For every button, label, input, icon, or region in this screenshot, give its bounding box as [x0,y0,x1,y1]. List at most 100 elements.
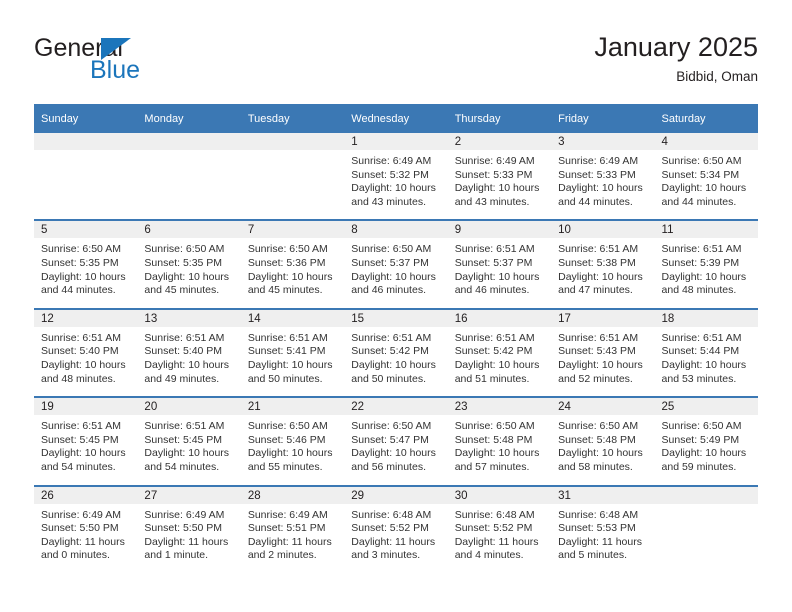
day-number [240,133,345,150]
calendar-day-cell[interactable]: 22 Sunrise: 6:50 AM Sunset: 5:47 PM Dayligh… [344,396,448,486]
sunrise-text: Sunrise: 6:51 AM [454,331,535,344]
location-subtitle: Bidbid, Oman [676,69,758,84]
calendar-day-cell[interactable]: 4 Sunrise: 6:50 AM Sunset: 5:34 PM Daylight… [654,133,758,220]
day-number: 23 [447,398,552,416]
calendar-day-cell[interactable]: 27 Sunrise: 6:49 AM Sunset: 5:50 PM Dayligh… [137,484,241,573]
day-number: 16 [447,309,552,327]
daylight-text: and 59 minutes. [661,460,737,473]
calendar-day-cell[interactable]: 30 Sunrise: 6:48 AM Sunset: 5:52 PM Dayligh… [447,484,552,573]
daylight-text: and 43 minutes. [351,195,426,208]
brand-logo[interactable]: General Blue [34,34,244,90]
daylight-text: and 4 minutes. [454,549,524,562]
day-details: Sunrise: 6:51 AM Sunset: 5:37 PM Daylight:… [447,238,552,308]
day-number: 10 [551,221,655,239]
calendar-day-cell[interactable]: 26 Sunrise: 6:49 AM Sunset: 5:50 PM Dayligh… [34,484,138,573]
sunset-text: Sunset: 5:50 PM [144,522,223,535]
day-details [654,503,758,565]
day-number [654,486,758,504]
calendar-week-row: 19 Sunrise: 6:51 AM Sunset: 5:45 PM Dayligh… [34,396,758,486]
day-details: Sunrise: 6:49 AM Sunset: 5:51 PM Daylight:… [240,503,345,573]
day-number: 7 [240,221,345,239]
day-number: 8 [344,221,448,239]
daylight-text: Daylight: 10 hours [661,447,747,460]
day-number: 30 [447,486,552,504]
sunrise-text: Sunrise: 6:48 AM [351,508,432,521]
calendar-day-cell[interactable]: 25 Sunrise: 6:50 AM Sunset: 5:49 PM Dayligh… [654,396,758,486]
daylight-text: Daylight: 10 hours [351,358,436,371]
calendar-day-cell[interactable]: 31 Sunrise: 6:48 AM Sunset: 5:53 PM Dayligh… [551,484,655,573]
calendar-head: Sunday Monday Tuesday Wednesday Thursday Frid… [34,104,758,133]
sunrise-text: Sunrise: 6:50 AM [144,243,225,256]
daylight-text: Daylight: 10 hours [351,447,436,460]
calendar-day-cell[interactable]: 16 Sunrise: 6:51 AM Sunset: 5:42 PM Dayligh… [447,307,552,398]
sunset-text: Sunset: 5:37 PM [351,256,429,269]
calendar-day-cell[interactable]: 11 Sunrise: 6:51 AM Sunset: 5:39 PM Dayligh… [654,219,758,309]
daylight-text: and 52 minutes. [558,372,633,385]
day-details: Sunrise: 6:51 AM Sunset: 5:42 PM Daylight:… [447,326,552,397]
day-details [34,150,138,211]
sunrise-text: Sunrise: 6:49 AM [41,508,121,521]
calendar-day-cell[interactable]: 1 Sunrise: 6:49 AM Sunset: 5:32 PM Daylight… [344,133,448,220]
daylight-text: Daylight: 10 hours [558,447,643,460]
calendar-day-cell[interactable]: 3 Sunrise: 6:49 AM Sunset: 5:33 PM Daylight… [551,133,655,220]
calendar-day-cell[interactable]: 14 Sunrise: 6:51 AM Sunset: 5:41 PM Dayligh… [240,307,345,398]
daylight-text: Daylight: 10 hours [454,270,540,283]
daylight-text: Daylight: 10 hours [454,447,540,460]
sunset-text: Sunset: 5:32 PM [351,168,429,181]
sunset-text: Sunset: 5:45 PM [41,433,119,446]
sunset-text: Sunset: 5:35 PM [41,256,119,269]
calendar-day-cell[interactable]: 5 Sunrise: 6:50 AM Sunset: 5:35 PM Daylight… [34,219,138,309]
daylight-text: and 45 minutes. [247,284,323,297]
sunrise-text: Sunrise: 6:49 AM [247,508,328,521]
calendar-day-cell[interactable]: 28 Sunrise: 6:49 AM Sunset: 5:51 PM Dayligh… [240,484,345,573]
calendar-day-cell[interactable]: 9 Sunrise: 6:51 AM Sunset: 5:37 PM Daylight… [447,219,552,309]
sunset-text: Sunset: 5:39 PM [661,256,740,269]
sunset-text: Sunset: 5:50 PM [41,522,119,535]
daylight-text: Daylight: 10 hours [661,358,747,371]
calendar-day-cell[interactable]: 21 Sunrise: 6:50 AM Sunset: 5:46 PM Dayligh… [240,396,345,486]
day-number: 22 [344,398,448,416]
daylight-text: and 44 minutes. [41,284,116,297]
day-number: 19 [34,398,138,416]
sunrise-text: Sunrise: 6:51 AM [558,243,639,256]
daylight-text: and 54 minutes. [41,460,116,473]
day-number: 24 [551,398,655,416]
day-number: 9 [447,221,552,239]
sunset-text: Sunset: 5:38 PM [558,256,636,269]
calendar-day-cell[interactable]: 17 Sunrise: 6:51 AM Sunset: 5:43 PM Dayligh… [551,307,655,398]
daylight-text: and 50 minutes. [351,372,426,385]
day-number: 12 [34,309,138,327]
calendar-day-cell[interactable]: 8 Sunrise: 6:50 AM Sunset: 5:37 PM Daylight… [344,219,448,309]
calendar-day-cell[interactable]: 7 Sunrise: 6:50 AM Sunset: 5:36 PM Daylight… [240,219,345,309]
calendar-day-cell[interactable]: 24 Sunrise: 6:50 AM Sunset: 5:48 PM Dayligh… [551,396,655,486]
sunrise-text: Sunrise: 6:51 AM [247,331,328,344]
daylight-text: Daylight: 10 hours [351,270,436,283]
day-number [34,133,138,150]
day-details: Sunrise: 6:49 AM Sunset: 5:50 PM Daylight:… [34,503,138,573]
calendar-day-cell[interactable]: 12 Sunrise: 6:51 AM Sunset: 5:40 PM Dayligh… [34,307,138,398]
calendar-week-row: 5 Sunrise: 6:50 AM Sunset: 5:35 PM Daylight… [34,219,758,309]
calendar-day-cell[interactable]: 20 Sunrise: 6:51 AM Sunset: 5:45 PM Dayligh… [137,396,241,486]
calendar-day-cell[interactable]: 19 Sunrise: 6:51 AM Sunset: 5:45 PM Dayligh… [34,396,138,486]
sunset-text: Sunset: 5:52 PM [351,522,429,535]
calendar-day-cell[interactable]: 29 Sunrise: 6:48 AM Sunset: 5:52 PM Dayligh… [344,484,448,573]
sunset-text: Sunset: 5:40 PM [144,345,223,358]
day-details: Sunrise: 6:51 AM Sunset: 5:38 PM Daylight:… [551,238,655,308]
daylight-text: Daylight: 11 hours [144,535,229,548]
calendar-day-cell[interactable]: 6 Sunrise: 6:50 AM Sunset: 5:35 PM Daylight… [137,219,241,309]
sunset-text: Sunset: 5:37 PM [454,256,533,269]
weekday-header-wednesday: Wednesday [344,104,448,133]
calendar-week-row: 1 Sunrise: 6:49 AM Sunset: 5:32 PM Daylight… [34,133,758,220]
calendar-day-cell[interactable]: 18 Sunrise: 6:51 AM Sunset: 5:44 PM Dayligh… [654,307,758,398]
sunset-text: Sunset: 5:48 PM [558,433,636,446]
day-number: 21 [240,398,345,416]
day-number: 28 [240,486,345,504]
calendar-day-cell[interactable]: 23 Sunrise: 6:50 AM Sunset: 5:48 PM Dayligh… [447,396,552,486]
calendar-day-cell[interactable]: 15 Sunrise: 6:51 AM Sunset: 5:42 PM Dayligh… [344,307,448,398]
calendar-day-cell[interactable]: 13 Sunrise: 6:51 AM Sunset: 5:40 PM Dayligh… [137,307,241,398]
day-number: 4 [654,133,758,150]
sunrise-text: Sunrise: 6:51 AM [144,420,225,433]
calendar-day-cell[interactable]: 2 Sunrise: 6:49 AM Sunset: 5:33 PM Daylight… [447,133,552,220]
calendar-day-cell[interactable]: 10 Sunrise: 6:51 AM Sunset: 5:38 PM Dayligh… [551,219,655,309]
daylight-text: and 46 minutes. [351,284,426,297]
